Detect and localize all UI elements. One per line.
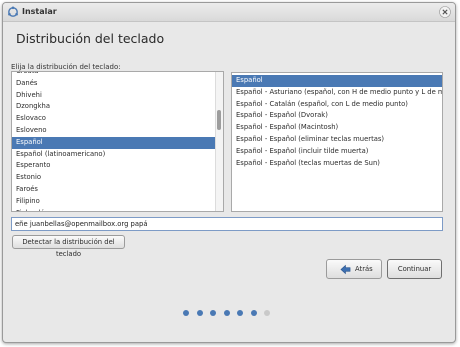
back-button-label: Atrás — [355, 265, 373, 273]
variant-list-item[interactable]: Español - Español (Macintosh) — [232, 122, 442, 134]
progress-dot — [237, 310, 243, 316]
language-list-item[interactable]: Filipino — [12, 196, 215, 208]
variant-list-item[interactable]: Español - Español (incluir tilde muerta) — [232, 146, 442, 158]
language-list-item[interactable]: Esperanto — [12, 160, 215, 172]
language-list-item[interactable]: Finlandés — [12, 208, 215, 211]
variant-list-item[interactable]: Español - Español (Dvorak) — [232, 110, 442, 122]
language-list-item[interactable]: Eslovaco — [12, 113, 215, 125]
back-button[interactable]: Atrás — [326, 259, 382, 279]
keyboard-variant-list[interactable]: Español Español - Asturiano (español, con… — [231, 72, 443, 212]
page-title: Distribución del teclado — [16, 31, 165, 46]
progress-dot — [210, 310, 216, 316]
variant-list-item[interactable]: Español - Español (eliminar teclas muert… — [232, 134, 442, 146]
window-title: Instalar — [22, 7, 57, 16]
language-list-item[interactable]: Dzongkha — [12, 101, 215, 113]
title-bar: Instalar — [3, 3, 455, 22]
variant-list-item[interactable]: Español - Español (teclas muertas de Sun… — [232, 158, 442, 170]
language-list-item[interactable]: Esloveno — [12, 125, 215, 137]
progress-dot — [196, 310, 203, 316]
progress-dot — [183, 310, 189, 316]
variant-list-item[interactable]: Español - Asturiano (español, con H de m… — [232, 87, 442, 99]
keyboard-language-list[interactable]: Croata Danés Dhivehi Dzongkha Eslovaco Eslove… — [11, 71, 224, 212]
keyboard-test-field[interactable]: eñe juanbellas@openmailbox.org papá — [11, 217, 443, 231]
continue-button[interactable]: Continuar — [387, 259, 442, 279]
back-arrow-icon — [340, 264, 351, 275]
language-list-item[interactable]: Faroés — [12, 184, 215, 196]
progress-dot — [223, 310, 230, 316]
layout-prompt-label: Elija la distribución del teclado: — [11, 63, 121, 71]
variant-list-item[interactable]: Español - Catalán (español, con L de med… — [232, 99, 442, 111]
variant-list-item[interactable]: Español — [232, 75, 442, 87]
scrollbar-thumb[interactable] — [217, 110, 221, 130]
language-list-item[interactable]: Danés — [12, 78, 215, 90]
language-list-item[interactable]: Dhivehi — [12, 90, 215, 102]
detect-layout-button[interactable]: Detectar la distribución del teclado — [12, 235, 125, 258]
language-list-item[interactable]: Croata — [12, 72, 215, 78]
language-list-item[interactable]: Estonio — [12, 172, 215, 184]
ubuntu-installer-icon — [8, 6, 18, 17]
language-list-scrollbar[interactable] — [215, 72, 223, 211]
progress-dot — [264, 310, 270, 316]
language-list-item[interactable]: Español — [12, 136, 215, 149]
close-icon[interactable] — [439, 6, 451, 18]
progress-dot — [250, 310, 257, 316]
language-list-item[interactable]: Español (latinoamericano) — [12, 149, 215, 161]
